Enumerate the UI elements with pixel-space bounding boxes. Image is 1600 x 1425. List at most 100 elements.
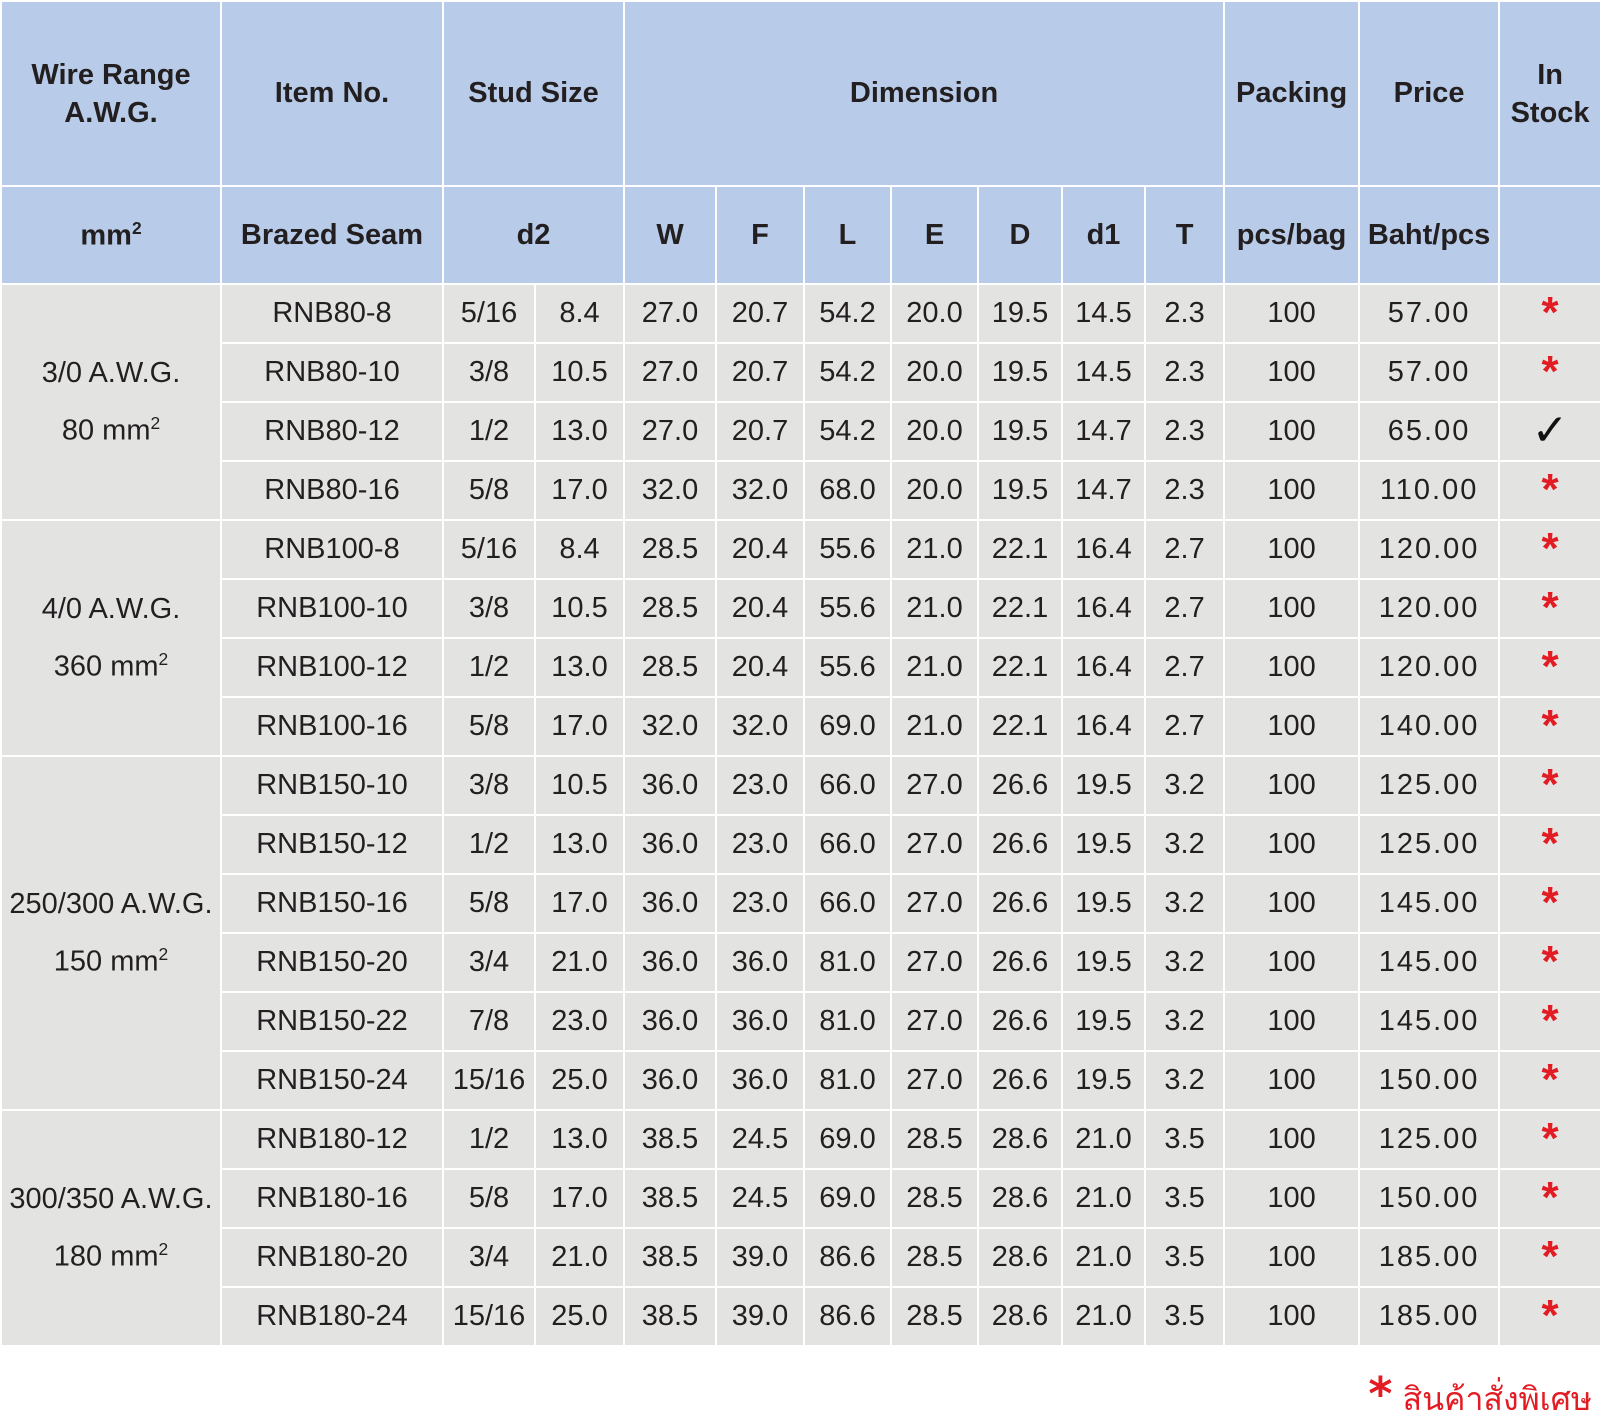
l-cell: 81.0 xyxy=(803,1050,893,1111)
price-cell: 120.00 xyxy=(1358,519,1501,580)
f-cell: 24.5 xyxy=(715,1168,806,1229)
f-cell: 39.0 xyxy=(715,1227,806,1288)
in-stock-cell: * xyxy=(1498,637,1600,698)
d2-cell: 10.5 xyxy=(533,578,626,639)
item-no-cell: RNB180-12 xyxy=(220,1109,444,1170)
price-cell: 120.00 xyxy=(1358,578,1501,639)
wire-range-cell: 4/0 A.W.G. 360 mm2 xyxy=(0,519,222,757)
d2-cell: 10.5 xyxy=(533,342,626,403)
special-order-star-icon: * xyxy=(1541,759,1559,809)
item-no-cell: RNB180-16 xyxy=(220,1168,444,1229)
d1-cell: 19.5 xyxy=(1061,1050,1147,1111)
stud-size-cell: 3/4 xyxy=(442,932,536,993)
stud-size-cell: 5/8 xyxy=(442,460,536,521)
e-cell: 27.0 xyxy=(890,932,980,993)
e-cell: 21.0 xyxy=(890,696,980,757)
d-cell: 26.6 xyxy=(977,755,1064,816)
w-cell: 38.5 xyxy=(623,1109,718,1170)
d1-cell: 16.4 xyxy=(1061,637,1147,698)
d1-cell: 19.5 xyxy=(1061,991,1147,1052)
e-cell: 27.0 xyxy=(890,814,980,875)
stud-size-cell: 3/8 xyxy=(442,342,536,403)
stud-size-cell: 5/8 xyxy=(442,873,536,934)
in-stock-cell: * xyxy=(1498,578,1600,639)
e-cell: 27.0 xyxy=(890,991,980,1052)
e-cell: 28.5 xyxy=(890,1286,980,1347)
f-cell: 23.0 xyxy=(715,814,806,875)
packing-cell: 100 xyxy=(1223,283,1361,344)
d-cell: 26.6 xyxy=(977,814,1064,875)
table-row: RNB150-16 5/8 17.0 36.0 23.0 66.0 27.0 26.6 19.5… xyxy=(1,873,1600,934)
l-cell: 55.6 xyxy=(803,637,893,698)
special-order-star-icon: * xyxy=(1541,936,1559,986)
table-row: RNB150-12 1/2 13.0 36.0 23.0 66.0 27.0 26.6 19.5… xyxy=(1,814,1600,875)
w-cell: 27.0 xyxy=(623,401,718,462)
in-stock-cell: * xyxy=(1498,283,1600,344)
packing-cell: 100 xyxy=(1223,342,1361,403)
item-no-cell: RNB100-10 xyxy=(220,578,444,639)
f-cell: 20.7 xyxy=(715,401,806,462)
in-stock-cell: * xyxy=(1498,1109,1600,1170)
stud-size-cell: 1/2 xyxy=(442,1109,536,1170)
d-cell: 22.1 xyxy=(977,696,1064,757)
t-cell: 3.5 xyxy=(1144,1227,1226,1288)
packing-cell: 100 xyxy=(1223,755,1361,816)
product-spec-table: Wire Range A.W.G. Item No. Stud Size Dime… xyxy=(0,0,1600,1347)
d2-cell: 13.0 xyxy=(533,401,626,462)
f-cell: 36.0 xyxy=(715,932,806,993)
table-row: 250/300 A.W.G. 150 mm2 RNB150-10 3/8 10.5 36.… xyxy=(0,755,1600,1111)
baht-pcs-header: Baht/pcs xyxy=(1358,185,1501,285)
item-no-cell: RNB150-12 xyxy=(220,814,444,875)
f-cell: 24.5 xyxy=(715,1109,806,1170)
w-header: W xyxy=(623,185,718,285)
special-order-star-icon: * xyxy=(1541,287,1559,337)
l-cell: 69.0 xyxy=(803,1168,893,1229)
special-order-star-icon: * xyxy=(1368,1367,1393,1421)
f-cell: 20.4 xyxy=(715,637,806,698)
d2-cell: 8.4 xyxy=(533,519,626,580)
stud-size-cell: 1/2 xyxy=(442,401,536,462)
d1-cell: 14.5 xyxy=(1061,342,1147,403)
stud-size-cell: 1/2 xyxy=(442,637,536,698)
t-cell: 3.2 xyxy=(1144,932,1226,993)
d-cell: 26.6 xyxy=(977,932,1064,993)
f-cell: 36.0 xyxy=(715,1050,806,1111)
e-cell: 21.0 xyxy=(890,519,980,580)
t-cell: 3.5 xyxy=(1144,1168,1226,1229)
f-cell: 20.7 xyxy=(715,342,806,403)
w-cell: 32.0 xyxy=(623,696,718,757)
d-cell: 22.1 xyxy=(977,519,1064,580)
price-cell: 125.00 xyxy=(1358,814,1501,875)
price-cell: 140.00 xyxy=(1358,696,1501,757)
d-cell: 28.6 xyxy=(977,1286,1064,1347)
wire-range-cell: 300/350 A.W.G. 180 mm2 xyxy=(0,1109,222,1347)
table-row: RNB180-16 5/8 17.0 38.5 24.5 69.0 28.5 28.6 21.0… xyxy=(1,1168,1600,1229)
t-cell: 3.2 xyxy=(1144,814,1226,875)
d2-cell: 17.0 xyxy=(533,460,626,521)
in-stock-cell: * xyxy=(1498,1050,1600,1111)
item-no-cell: RNB150-20 xyxy=(220,932,444,993)
e-cell: 28.5 xyxy=(890,1227,980,1288)
special-order-star-icon: * xyxy=(1541,523,1559,573)
d-header: D xyxy=(977,185,1064,285)
dimension-header: Dimension xyxy=(623,0,1226,187)
special-order-star-icon: * xyxy=(1541,1290,1559,1340)
price-cell: 57.00 xyxy=(1358,342,1501,403)
d1-cell: 16.4 xyxy=(1061,696,1147,757)
pcs-bag-header: pcs/bag xyxy=(1223,185,1361,285)
special-order-note: * สินค้าสั่งพิเศษ xyxy=(1368,1371,1592,1425)
f-cell: 36.0 xyxy=(715,991,806,1052)
l-cell: 55.6 xyxy=(803,578,893,639)
d2-cell: 13.0 xyxy=(533,637,626,698)
price-cell: 120.00 xyxy=(1358,637,1501,698)
e-cell: 27.0 xyxy=(890,755,980,816)
packing-cell: 100 xyxy=(1223,637,1361,698)
table-row: RNB80-16 5/8 17.0 32.0 32.0 68.0 20.0 19.5 14.7 2… xyxy=(1,460,1600,521)
packing-cell: 100 xyxy=(1223,1050,1361,1111)
packing-cell: 100 xyxy=(1223,932,1361,993)
packing-cell: 100 xyxy=(1223,1109,1361,1170)
in-stock-cell: * xyxy=(1498,873,1600,934)
stud-size-cell: 5/16 xyxy=(442,283,536,344)
table-row: 3/0 A.W.G. 80 mm2 RNB80-8 5/16 8.4 27.0 20.7 54… xyxy=(0,283,1600,521)
d2-cell: 25.0 xyxy=(533,1286,626,1347)
